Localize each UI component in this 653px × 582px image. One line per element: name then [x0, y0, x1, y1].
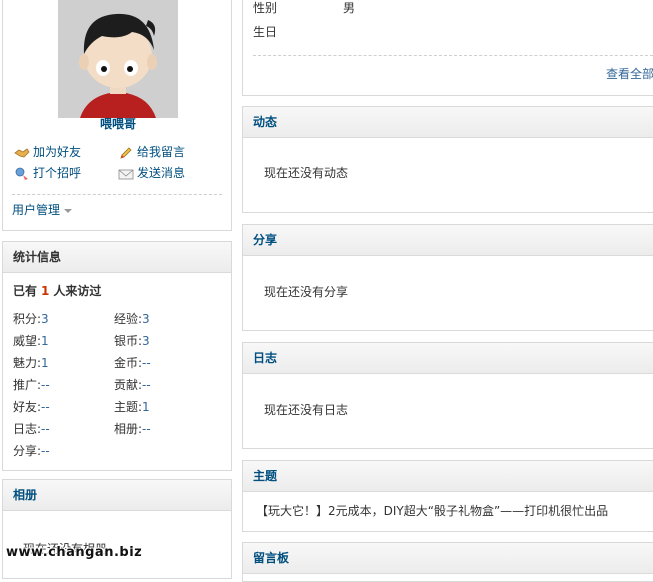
- topics-title[interactable]: 主题: [243, 461, 653, 492]
- greet-button[interactable]: 打个招呼: [14, 164, 81, 182]
- poke-icon: [15, 167, 28, 180]
- watermark: www.changan.biz: [6, 545, 143, 560]
- divider: [12, 194, 222, 195]
- stat-item: 魅力:1: [13, 356, 49, 370]
- gender-row: 性别男: [253, 1, 356, 15]
- profile-card: 喂喂哥 加为好友 给我留言 打个招呼 发送消息 用户管理: [2, 0, 232, 231]
- visitor-count-number: 1: [41, 284, 50, 298]
- album-title[interactable]: 相册: [3, 480, 231, 511]
- view-all-link[interactable]: 查看全部: [606, 65, 653, 82]
- album-panel: 相册 现在还没有相册: [2, 479, 232, 579]
- stats-panel: 统计信息 已有 1 人来访过 积分:3 经验:3 威望:1 银币:3 魅力:1 金币…: [2, 241, 232, 471]
- stat-item: 经验:3: [114, 312, 150, 326]
- visitor-count: 已有 1 人来访过: [13, 284, 102, 298]
- basic-info-panel: 性别男 生日 查看全部: [242, 0, 653, 96]
- feed-title[interactable]: 动态: [243, 107, 653, 138]
- handshake-icon: [14, 147, 30, 157]
- divider: [253, 55, 653, 56]
- blog-title[interactable]: 日志: [243, 343, 653, 374]
- send-message-button[interactable]: 发送消息: [118, 164, 185, 182]
- share-empty-text: 现在还没有分享: [264, 285, 349, 299]
- stat-item: 分享:--: [13, 444, 50, 458]
- guestbook-title[interactable]: 留言板: [243, 543, 653, 574]
- share-title[interactable]: 分享: [243, 225, 653, 256]
- stat-item: 贡献:--: [114, 378, 151, 392]
- topic-link[interactable]: 【玩大它！】2元成本，DIY超大“骰子礼物盒”——打印机很忙出品: [256, 502, 608, 519]
- feed-panel: 动态 现在还没有动态: [242, 106, 653, 213]
- guestbook-panel: 留言板: [242, 542, 653, 582]
- pencil-icon: [120, 146, 132, 159]
- user-management-dropdown[interactable]: 用户管理: [12, 201, 73, 218]
- birthday-row: 生日: [253, 25, 278, 39]
- chevron-down-icon: [64, 208, 73, 213]
- stat-item: 主题:1: [114, 400, 150, 414]
- topics-panel: 主题 【玩大它！】2元成本，DIY超大“骰子礼物盒”——打印机很忙出品: [242, 460, 653, 532]
- stat-item: 银币:3: [114, 334, 150, 348]
- stat-item: 相册:--: [114, 422, 151, 436]
- blog-empty-text: 现在还没有日志: [264, 403, 349, 417]
- stats-title: 统计信息: [3, 242, 231, 273]
- avatar[interactable]: [58, 0, 178, 118]
- envelope-icon: [118, 169, 134, 179]
- share-panel: 分享 现在还没有分享: [242, 224, 653, 331]
- stat-item: 好友:--: [13, 400, 50, 414]
- stat-item: 推广:--: [13, 378, 50, 392]
- blog-panel: 日志 现在还没有日志: [242, 342, 653, 449]
- stat-item: 积分:3: [13, 312, 49, 326]
- add-friend-button[interactable]: 加为好友: [14, 143, 81, 161]
- feed-empty-text: 现在还没有动态: [264, 166, 349, 180]
- leave-message-button[interactable]: 给我留言: [118, 143, 185, 161]
- stat-item: 日志:--: [13, 422, 50, 436]
- avatar-image: [58, 0, 178, 118]
- username[interactable]: 喂喂哥: [3, 115, 233, 132]
- stat-item: 威望:1: [13, 334, 49, 348]
- stat-item: 金币:--: [114, 356, 151, 370]
